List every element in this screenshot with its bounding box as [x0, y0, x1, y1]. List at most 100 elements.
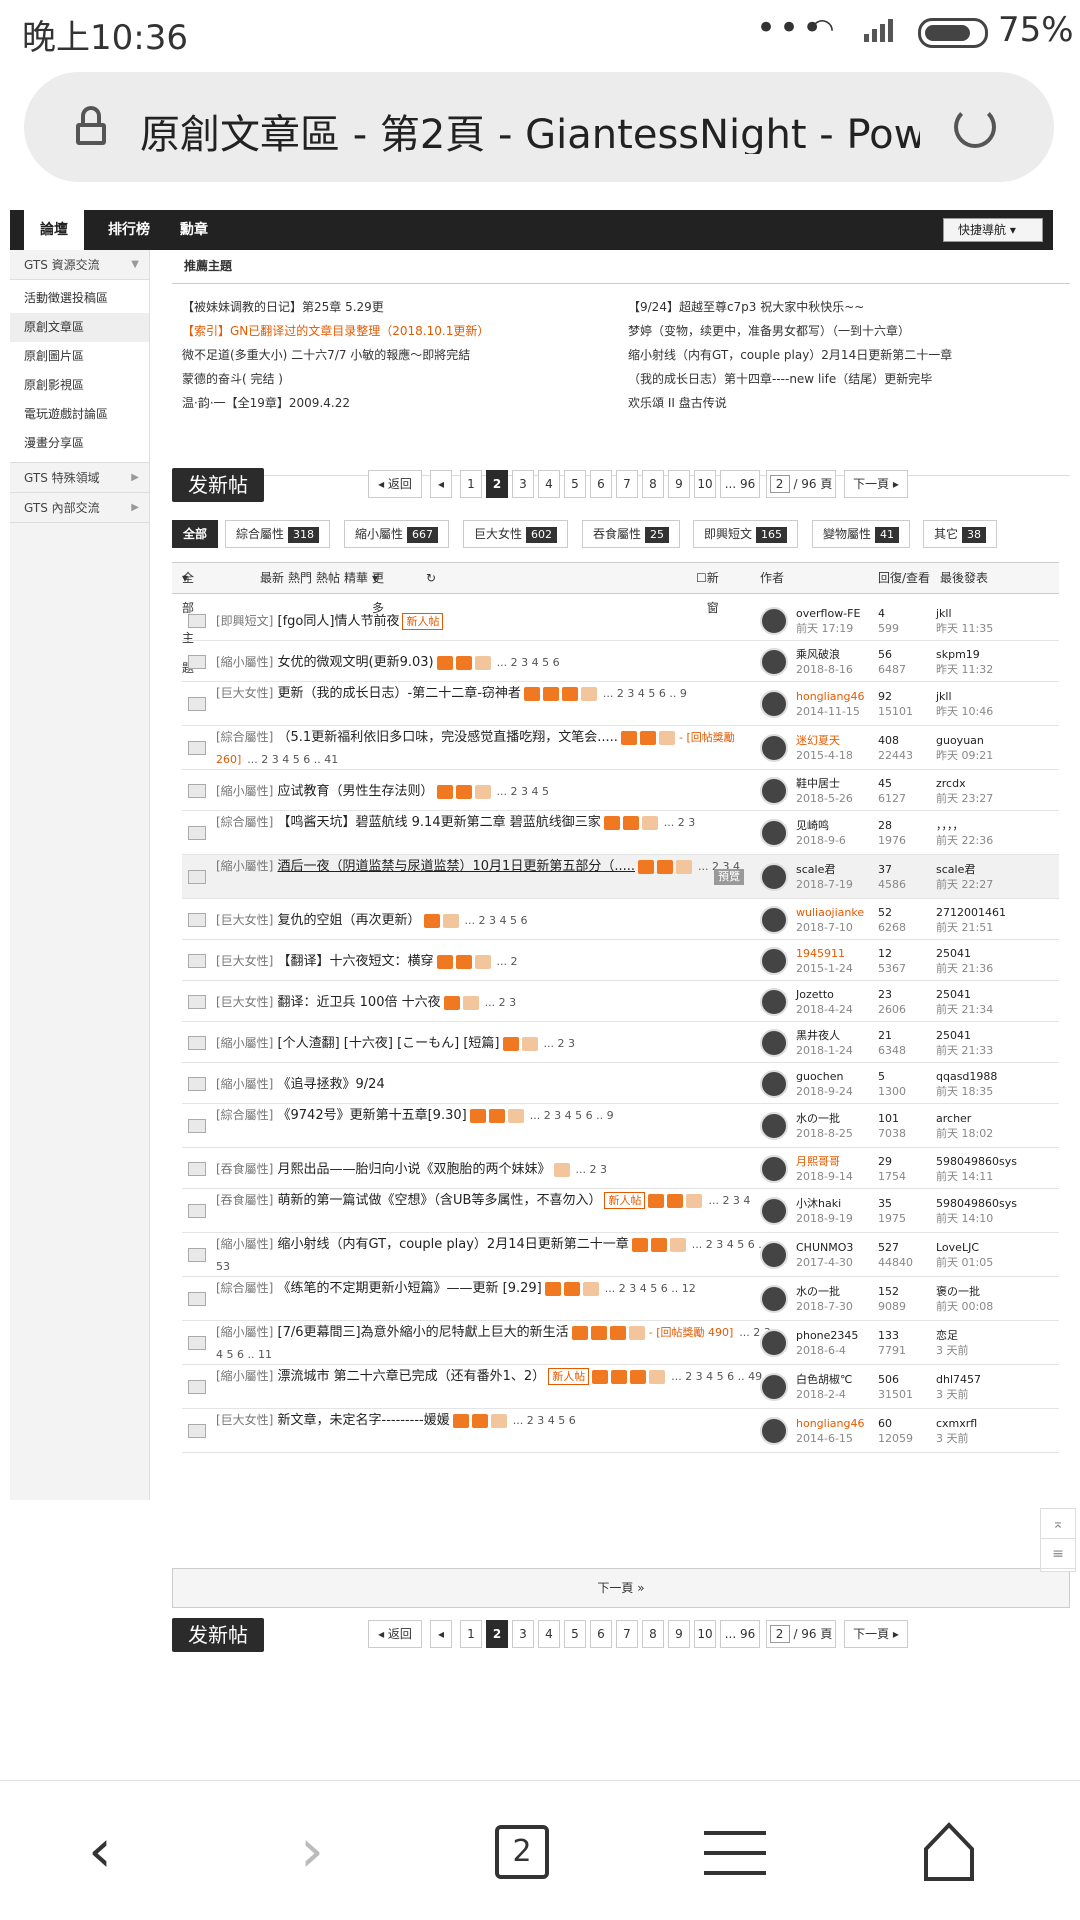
- new-post-button[interactable]: 发新帖: [172, 468, 264, 502]
- author-name[interactable]: guochen: [796, 1069, 853, 1084]
- last-post-time[interactable]: 3 天前: [936, 1343, 969, 1358]
- thread-row[interactable]: [綜合屬性] 《练笔的不定期更新小短篇》——更新 [9.29] ... 2 3 4…: [182, 1277, 1059, 1321]
- sidebar-item-original-video[interactable]: 原創影視區: [10, 371, 149, 400]
- thread-pages[interactable]: ... 2 3 4: [708, 1194, 750, 1207]
- thread-row[interactable]: [吞食屬性] 月熙出品——胎归向小说《双胞胎的两个妹妹》... 2 3 月熙哥哥 2…: [182, 1148, 1059, 1189]
- avatar[interactable]: [760, 1329, 788, 1357]
- last-poster[interactable]: dhl7457: [936, 1372, 981, 1387]
- page-link[interactable]: 9: [668, 470, 690, 498]
- page-link[interactable]: 10: [694, 1620, 716, 1648]
- last-poster[interactable]: skpm19: [936, 647, 993, 662]
- thread-pages[interactable]: ... 2 3 4 5 6: [513, 1414, 576, 1427]
- thread-row[interactable]: [縮小屬性] [个人渣翻] [十六夜] [こーもん] [短篇] ... 2 3 黑井…: [182, 1022, 1059, 1063]
- recommended-link[interactable]: 微不足道(多重大小) 二十六7/7 小敏的報應～即將完結: [182, 346, 470, 370]
- filter-tab[interactable]: 其它 38: [923, 520, 998, 548]
- author-name[interactable]: 鞋中居士: [796, 776, 853, 791]
- avatar[interactable]: [760, 946, 788, 975]
- thread-row[interactable]: [巨大女性] 更新（我的成长日志）-第二十二章-窃神者 ... 2 3 4 5 6…: [182, 682, 1059, 726]
- filter-more[interactable]: 更多 ▾: [372, 563, 384, 615]
- last-post-time[interactable]: 前天 14:11: [936, 1169, 1017, 1184]
- author-name[interactable]: 黑井夜人: [796, 1028, 853, 1043]
- thread-pages[interactable]: ... 2 3 4 5 6 .. 49: [671, 1370, 762, 1383]
- sidebar-item-original-images[interactable]: 原創圖片區: [10, 342, 149, 371]
- thread-category[interactable]: [縮小屬性]: [216, 1325, 273, 1339]
- thread-category[interactable]: [縮小屬性]: [216, 784, 273, 798]
- page-link[interactable]: 2: [486, 1620, 508, 1648]
- thread-row[interactable]: [縮小屬性] 《追寻拯救》9/24 guochen 2018-9-24 5 1300 qq…: [182, 1063, 1059, 1104]
- recommended-link[interactable]: 【索引】GN已翻译过的文章目录整理（2018.10.1更新）: [182, 322, 489, 346]
- scroll-top-icon[interactable]: ⌅: [1041, 1509, 1075, 1539]
- last-post-time[interactable]: 前天 22:27: [936, 877, 993, 892]
- thread-pages[interactable]: ... 2: [497, 955, 518, 968]
- reply-count[interactable]: 29: [878, 1154, 906, 1169]
- thread-category[interactable]: [巨大女性]: [216, 913, 273, 927]
- last-poster[interactable]: 598049860sys: [936, 1196, 1017, 1211]
- last-post-time[interactable]: 3 天前: [936, 1431, 977, 1446]
- thread-title[interactable]: 《练笔的不定期更新小短篇》——更新 [9.29]: [278, 1281, 542, 1296]
- last-poster[interactable]: jkll: [936, 606, 993, 621]
- filter-tab[interactable]: 縮小屬性 667: [344, 520, 450, 548]
- author-name[interactable]: hongliang46: [796, 689, 864, 704]
- last-poster[interactable]: jkll: [936, 689, 993, 704]
- last-post-time[interactable]: 前天 23:27: [936, 791, 993, 806]
- thread-title[interactable]: [fgo同人]情人节前夜: [278, 614, 400, 629]
- new-post-button[interactable]: 发新帖: [172, 1618, 264, 1652]
- thread-category[interactable]: [綜合屬性]: [216, 730, 273, 744]
- reply-count[interactable]: 5: [878, 1069, 906, 1084]
- reply-count[interactable]: 12: [878, 946, 906, 961]
- author-name[interactable]: phone2345: [796, 1328, 858, 1343]
- last-post-time[interactable]: 前天 18:02: [936, 1126, 993, 1141]
- page-link[interactable]: 5: [564, 470, 586, 498]
- thread-row[interactable]: [巨大女性] 复仇的空姐（再次更新） ... 2 3 4 5 6 wuliaojia…: [182, 899, 1059, 940]
- thread-pages[interactable]: ... 2 3: [485, 996, 516, 1009]
- recommended-link[interactable]: 【被妹妹调教的日记】第25章 5.29更: [182, 298, 384, 322]
- page-link[interactable]: 2: [486, 470, 508, 498]
- last-post-time[interactable]: 昨天 11:32: [936, 662, 993, 677]
- filter-tab[interactable]: 全部: [172, 520, 219, 548]
- last-post-time[interactable]: 3 天前: [936, 1387, 981, 1402]
- thread-category[interactable]: [綜合屬性]: [216, 815, 273, 829]
- last-post-time[interactable]: 昨天 09:21: [936, 748, 993, 763]
- quick-nav-button[interactable]: 快捷導航 ▾: [943, 218, 1043, 242]
- thread-category[interactable]: [綜合屬性]: [216, 1108, 273, 1122]
- thread-category[interactable]: [即興短文]: [216, 614, 273, 628]
- last-post-time[interactable]: 前天 21:34: [936, 1002, 993, 1017]
- reply-count[interactable]: 92: [878, 689, 913, 704]
- avatar[interactable]: [760, 647, 788, 676]
- thread-title[interactable]: 缩小射线（内有GT，couple play）2月14日更新第二十一章: [278, 1237, 629, 1252]
- author-name[interactable]: 白色胡椒℃: [796, 1372, 852, 1387]
- page-link[interactable]: 4: [538, 470, 560, 498]
- new-window-checkbox[interactable]: ☐ 新窗: [696, 563, 719, 615]
- nav-tab-ranking[interactable]: 排行榜: [94, 210, 164, 250]
- page-link[interactable]: 3: [512, 470, 534, 498]
- thread-pages[interactable]: ... 2 3: [576, 1163, 607, 1176]
- thread-row[interactable]: [綜合屬性] 【鸣酱天坑】碧蓝航线 9.14更新第二章 碧蓝航线御三家 ... 2…: [182, 811, 1059, 855]
- home-icon[interactable]: [922, 1821, 976, 1883]
- last-post-time[interactable]: 前天 00:08: [936, 1299, 993, 1314]
- last-poster[interactable]: LoveLJC: [936, 1240, 993, 1255]
- thread-category[interactable]: [縮小屬性]: [216, 655, 273, 669]
- recommended-link[interactable]: 缩小射线（内有GT，couple play）2月14日更新第二十一章: [628, 346, 952, 370]
- reply-count[interactable]: 35: [878, 1196, 906, 1211]
- reply-count[interactable]: 408: [878, 733, 913, 748]
- back-button[interactable]: ◂ 返回: [368, 470, 422, 498]
- thread-title[interactable]: 【翻译】十六夜短文：横穿: [278, 954, 434, 969]
- sidebar-group-resources[interactable]: GTS 資源交流 ▼: [10, 250, 149, 280]
- author-name[interactable]: 小沐haki: [796, 1196, 853, 1211]
- thread-row[interactable]: [縮小屬性] 酒后一夜（阴道监禁与尿道监禁）10月1日更新第五部分（......…: [182, 855, 1059, 899]
- avatar[interactable]: [760, 1154, 788, 1183]
- prev-page-button[interactable]: ◂: [430, 1620, 452, 1648]
- author-name[interactable]: 月熙哥哥: [796, 1154, 853, 1169]
- thread-title[interactable]: 应试教育（男性生存法则）: [278, 784, 434, 799]
- page-link[interactable]: 6: [590, 1620, 612, 1648]
- author-name[interactable]: 见崎鸣: [796, 818, 846, 833]
- avatar[interactable]: [760, 1285, 788, 1313]
- last-poster[interactable]: 598049860sys: [936, 1154, 1017, 1169]
- filter-digest[interactable]: 精華: [344, 563, 368, 593]
- recommended-link[interactable]: 欢乐頌 II 盘古传说: [628, 394, 727, 418]
- last-post-time[interactable]: 前天 21:33: [936, 1043, 993, 1058]
- page-input[interactable]: 2 / 96 頁: [766, 470, 836, 498]
- last-post-time[interactable]: 前天 21:36: [936, 961, 993, 976]
- last-poster[interactable]: qqasd1988: [936, 1069, 997, 1084]
- tabs-button[interactable]: 2: [495, 1825, 549, 1879]
